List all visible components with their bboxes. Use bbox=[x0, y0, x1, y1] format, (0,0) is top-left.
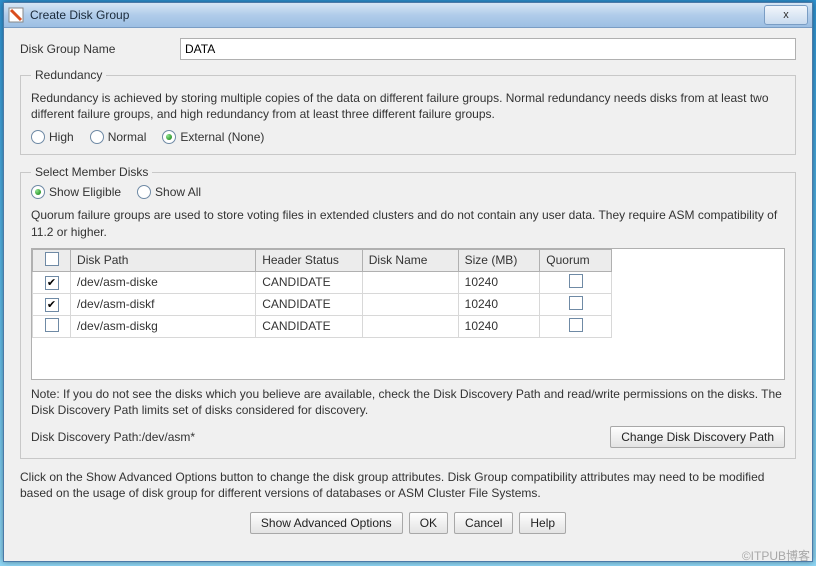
radio-label: High bbox=[49, 130, 74, 144]
show-eligible[interactable]: Show Eligible bbox=[31, 185, 121, 199]
close-button[interactable]: x bbox=[764, 5, 808, 25]
discovery-path-value: /dev/asm* bbox=[142, 430, 195, 444]
col-disk-name[interactable]: Disk Name bbox=[362, 249, 458, 271]
change-discovery-path-button[interactable]: Change Disk Discovery Path bbox=[610, 426, 785, 448]
checkbox-icon bbox=[569, 318, 583, 332]
checkbox-icon bbox=[569, 274, 583, 288]
redundancy-group: Redundancy Redundancy is achieved by sto… bbox=[20, 68, 796, 155]
col-header-status[interactable]: Header Status bbox=[256, 249, 363, 271]
dialog-window: Create Disk Group x Disk Group Name Redu… bbox=[3, 2, 813, 562]
cell-disk-name bbox=[362, 315, 458, 337]
cell-header-status: CANDIDATE bbox=[256, 293, 363, 315]
show-all[interactable]: Show All bbox=[137, 185, 201, 199]
radio-label: Show All bbox=[155, 185, 201, 199]
col-size-mb[interactable]: Size (MB) bbox=[458, 249, 540, 271]
redundancy-external[interactable]: External (None) bbox=[162, 130, 264, 144]
checkbox-icon bbox=[45, 318, 59, 332]
radio-icon bbox=[162, 130, 176, 144]
col-select[interactable] bbox=[33, 249, 71, 271]
window-title: Create Disk Group bbox=[30, 8, 764, 22]
row-select-cell[interactable]: ✔ bbox=[33, 271, 71, 293]
discovery-path: Disk Discovery Path:/dev/asm* bbox=[31, 430, 195, 444]
checkbox-icon: ✔ bbox=[45, 298, 59, 312]
disk-group-name-label: Disk Group Name bbox=[20, 42, 180, 56]
radio-label: Show Eligible bbox=[49, 185, 121, 199]
redundancy-options: High Normal External (None) bbox=[31, 130, 785, 144]
watermark: ©ITPUB博客 bbox=[742, 547, 810, 564]
table-row[interactable]: ✔ /dev/asm-diskeCANDIDATE 10240 bbox=[33, 271, 612, 293]
checkbox-icon bbox=[45, 252, 59, 266]
disk-group-name-input[interactable] bbox=[180, 38, 796, 60]
redundancy-legend: Redundancy bbox=[31, 68, 106, 82]
col-quorum[interactable]: Quorum bbox=[540, 249, 612, 271]
help-button[interactable]: Help bbox=[519, 512, 566, 534]
titlebar: Create Disk Group x bbox=[4, 3, 812, 28]
cell-disk-name bbox=[362, 293, 458, 315]
redundancy-normal[interactable]: Normal bbox=[90, 130, 147, 144]
footer-desc: Click on the Show Advanced Options butto… bbox=[20, 469, 796, 501]
cancel-button[interactable]: Cancel bbox=[454, 512, 513, 534]
cell-header-status: CANDIDATE bbox=[256, 315, 363, 337]
ok-button[interactable]: OK bbox=[409, 512, 448, 534]
radio-icon bbox=[137, 185, 151, 199]
radio-label: External (None) bbox=[180, 130, 264, 144]
cell-size-mb: 10240 bbox=[458, 293, 540, 315]
radio-icon bbox=[90, 130, 104, 144]
redundancy-desc: Redundancy is achieved by storing multip… bbox=[31, 90, 785, 122]
cell-disk-path: /dev/asm-diskg bbox=[71, 315, 256, 337]
cell-disk-path: /dev/asm-diske bbox=[71, 271, 256, 293]
radio-icon bbox=[31, 130, 45, 144]
disk-group-name-row: Disk Group Name bbox=[20, 38, 796, 60]
table-row[interactable]: ✔ /dev/asm-diskfCANDIDATE 10240 bbox=[33, 293, 612, 315]
cell-quorum[interactable] bbox=[540, 315, 612, 337]
cell-disk-name bbox=[362, 271, 458, 293]
redundancy-high[interactable]: High bbox=[31, 130, 74, 144]
select-disks-legend: Select Member Disks bbox=[31, 165, 152, 179]
show-advanced-button[interactable]: Show Advanced Options bbox=[250, 512, 403, 534]
discovery-path-label: Disk Discovery Path: bbox=[31, 430, 142, 444]
cell-disk-path: /dev/asm-diskf bbox=[71, 293, 256, 315]
cell-size-mb: 10240 bbox=[458, 271, 540, 293]
cell-header-status: CANDIDATE bbox=[256, 271, 363, 293]
cell-size-mb: 10240 bbox=[458, 315, 540, 337]
row-select-cell[interactable] bbox=[33, 315, 71, 337]
disk-table: Disk Path Header Status Disk Name Size (… bbox=[32, 249, 612, 338]
checkbox-icon bbox=[569, 296, 583, 310]
disk-table-container: Disk Path Header Status Disk Name Size (… bbox=[31, 248, 785, 380]
show-options: Show Eligible Show All bbox=[31, 185, 785, 199]
row-select-cell[interactable]: ✔ bbox=[33, 293, 71, 315]
cell-quorum[interactable] bbox=[540, 293, 612, 315]
radio-icon bbox=[31, 185, 45, 199]
discovery-note: Note: If you do not see the disks which … bbox=[31, 386, 785, 418]
col-disk-path[interactable]: Disk Path bbox=[71, 249, 256, 271]
dialog-content: Disk Group Name Redundancy Redundancy is… bbox=[4, 28, 812, 542]
quorum-desc: Quorum failure groups are used to store … bbox=[31, 207, 785, 239]
table-row[interactable]: /dev/asm-diskgCANDIDATE 10240 bbox=[33, 315, 612, 337]
discovery-row: Disk Discovery Path:/dev/asm* Change Dis… bbox=[31, 426, 785, 448]
table-header-row: Disk Path Header Status Disk Name Size (… bbox=[33, 249, 612, 271]
select-disks-group: Select Member Disks Show Eligible Show A… bbox=[20, 165, 796, 459]
checkbox-icon: ✔ bbox=[45, 276, 59, 290]
button-row: Show Advanced Options OK Cancel Help bbox=[20, 512, 796, 534]
app-icon bbox=[8, 7, 24, 23]
radio-label: Normal bbox=[108, 130, 147, 144]
cell-quorum[interactable] bbox=[540, 271, 612, 293]
